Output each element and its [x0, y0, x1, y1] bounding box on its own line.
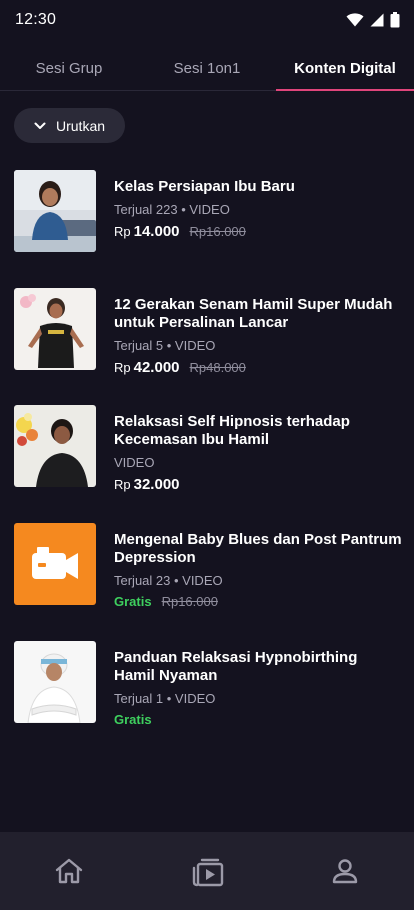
profile-icon	[332, 859, 358, 884]
currency-label: Rp	[114, 477, 131, 492]
item-info: Mengenal Baby Blues dan Post Pantrum Dep…	[114, 531, 402, 609]
price-value: 32.000	[133, 476, 180, 493]
list-item[interactable]: Panduan Relaksasi Hypnobirthing Hamil Ny…	[0, 641, 414, 741]
thumbnail-image	[14, 170, 96, 252]
item-meta: Terjual 23 • VIDEO	[114, 573, 223, 588]
free-badge: Gratis	[114, 594, 152, 609]
sort-label: Urutkan	[56, 117, 106, 134]
app-screen: 12:30 Sesi Grup Sesi 1on1 Konten Digital…	[0, 0, 414, 910]
battery-icon	[390, 12, 400, 28]
home-icon	[55, 858, 83, 884]
list-item[interactable]: Kelas Persiapan Ibu Baru Terjual 223 • V…	[0, 170, 414, 270]
status-icons	[346, 12, 400, 28]
video-library-icon	[192, 858, 224, 887]
price: Rp 42.000	[114, 359, 180, 376]
free-badge: Gratis	[114, 712, 152, 727]
item-title: Panduan Relaksasi Hypnobirthing Hamil Ny…	[114, 649, 358, 684]
sort-button[interactable]: Urutkan	[14, 108, 125, 143]
tab-konten-digital[interactable]: Konten Digital	[276, 46, 414, 91]
price-row: Rp 32.000	[114, 476, 402, 493]
price: Rp 32.000	[114, 476, 180, 493]
nav-home-button[interactable]	[39, 841, 99, 901]
original-price: Rp48.000	[189, 360, 246, 375]
nav-content-button[interactable]	[177, 841, 237, 901]
thumbnail-image	[14, 641, 96, 723]
item-info: Relaksasi Self Hipnosis terhadap Kecemas…	[114, 413, 402, 493]
item-title: Relaksasi Self Hipnosis terhadap Kecemas…	[114, 413, 350, 448]
thumbnail-image	[14, 288, 96, 370]
item-title: Mengenal Baby Blues dan Post Pantrum Dep…	[114, 531, 402, 566]
list-item[interactable]: Relaksasi Self Hipnosis terhadap Kecemas…	[0, 405, 414, 505]
tab-bar: Sesi Grup Sesi 1on1 Konten Digital	[0, 46, 414, 91]
chevron-down-icon	[34, 122, 46, 129]
thumbnail-image	[14, 405, 96, 487]
original-price: Rp16.000	[189, 224, 246, 239]
price-row: Rp 42.000 Rp48.000	[114, 359, 402, 376]
item-meta: VIDEO	[114, 455, 155, 470]
list-item[interactable]: 12 Gerakan Senam Hamil Super Mudah untuk…	[0, 288, 414, 388]
currency-label: Rp	[114, 224, 131, 239]
signal-icon	[370, 13, 384, 27]
list-item[interactable]: Mengenal Baby Blues dan Post Pantrum Dep…	[0, 523, 414, 623]
price: Rp 14.000	[114, 223, 180, 240]
status-bar: 12:30	[0, 0, 414, 40]
item-info: 12 Gerakan Senam Hamil Super Mudah untuk…	[114, 296, 402, 376]
status-time: 12:30	[15, 11, 57, 28]
item-meta: Terjual 5 • VIDEO	[114, 338, 216, 353]
video-thumbnail-placeholder	[14, 523, 96, 605]
item-meta: Terjual 1 • VIDEO	[114, 691, 216, 706]
tab-sesi-1on1[interactable]: Sesi 1on1	[138, 46, 276, 90]
price-value: 42.000	[133, 359, 180, 376]
original-price: Rp16.000	[161, 594, 218, 609]
item-meta: Terjual 223 • VIDEO	[114, 202, 230, 217]
price-value: 14.000	[133, 223, 180, 240]
item-info: Panduan Relaksasi Hypnobirthing Hamil Ny…	[114, 649, 402, 727]
item-info: Kelas Persiapan Ibu Baru Terjual 223 • V…	[114, 178, 402, 240]
wifi-icon	[346, 13, 364, 27]
price-row: Gratis Rp16.000	[114, 594, 402, 609]
nav-profile-button[interactable]	[315, 841, 375, 901]
bottom-navigation	[0, 832, 414, 910]
item-title: Kelas Persiapan Ibu Baru	[114, 178, 295, 195]
price-row: Rp 14.000 Rp16.000	[114, 223, 402, 240]
currency-label: Rp	[114, 360, 131, 375]
item-title: 12 Gerakan Senam Hamil Super Mudah untuk…	[114, 296, 393, 331]
video-camera-icon	[32, 547, 78, 579]
price-row: Gratis	[114, 712, 402, 727]
tab-sesi-grup[interactable]: Sesi Grup	[0, 46, 138, 90]
